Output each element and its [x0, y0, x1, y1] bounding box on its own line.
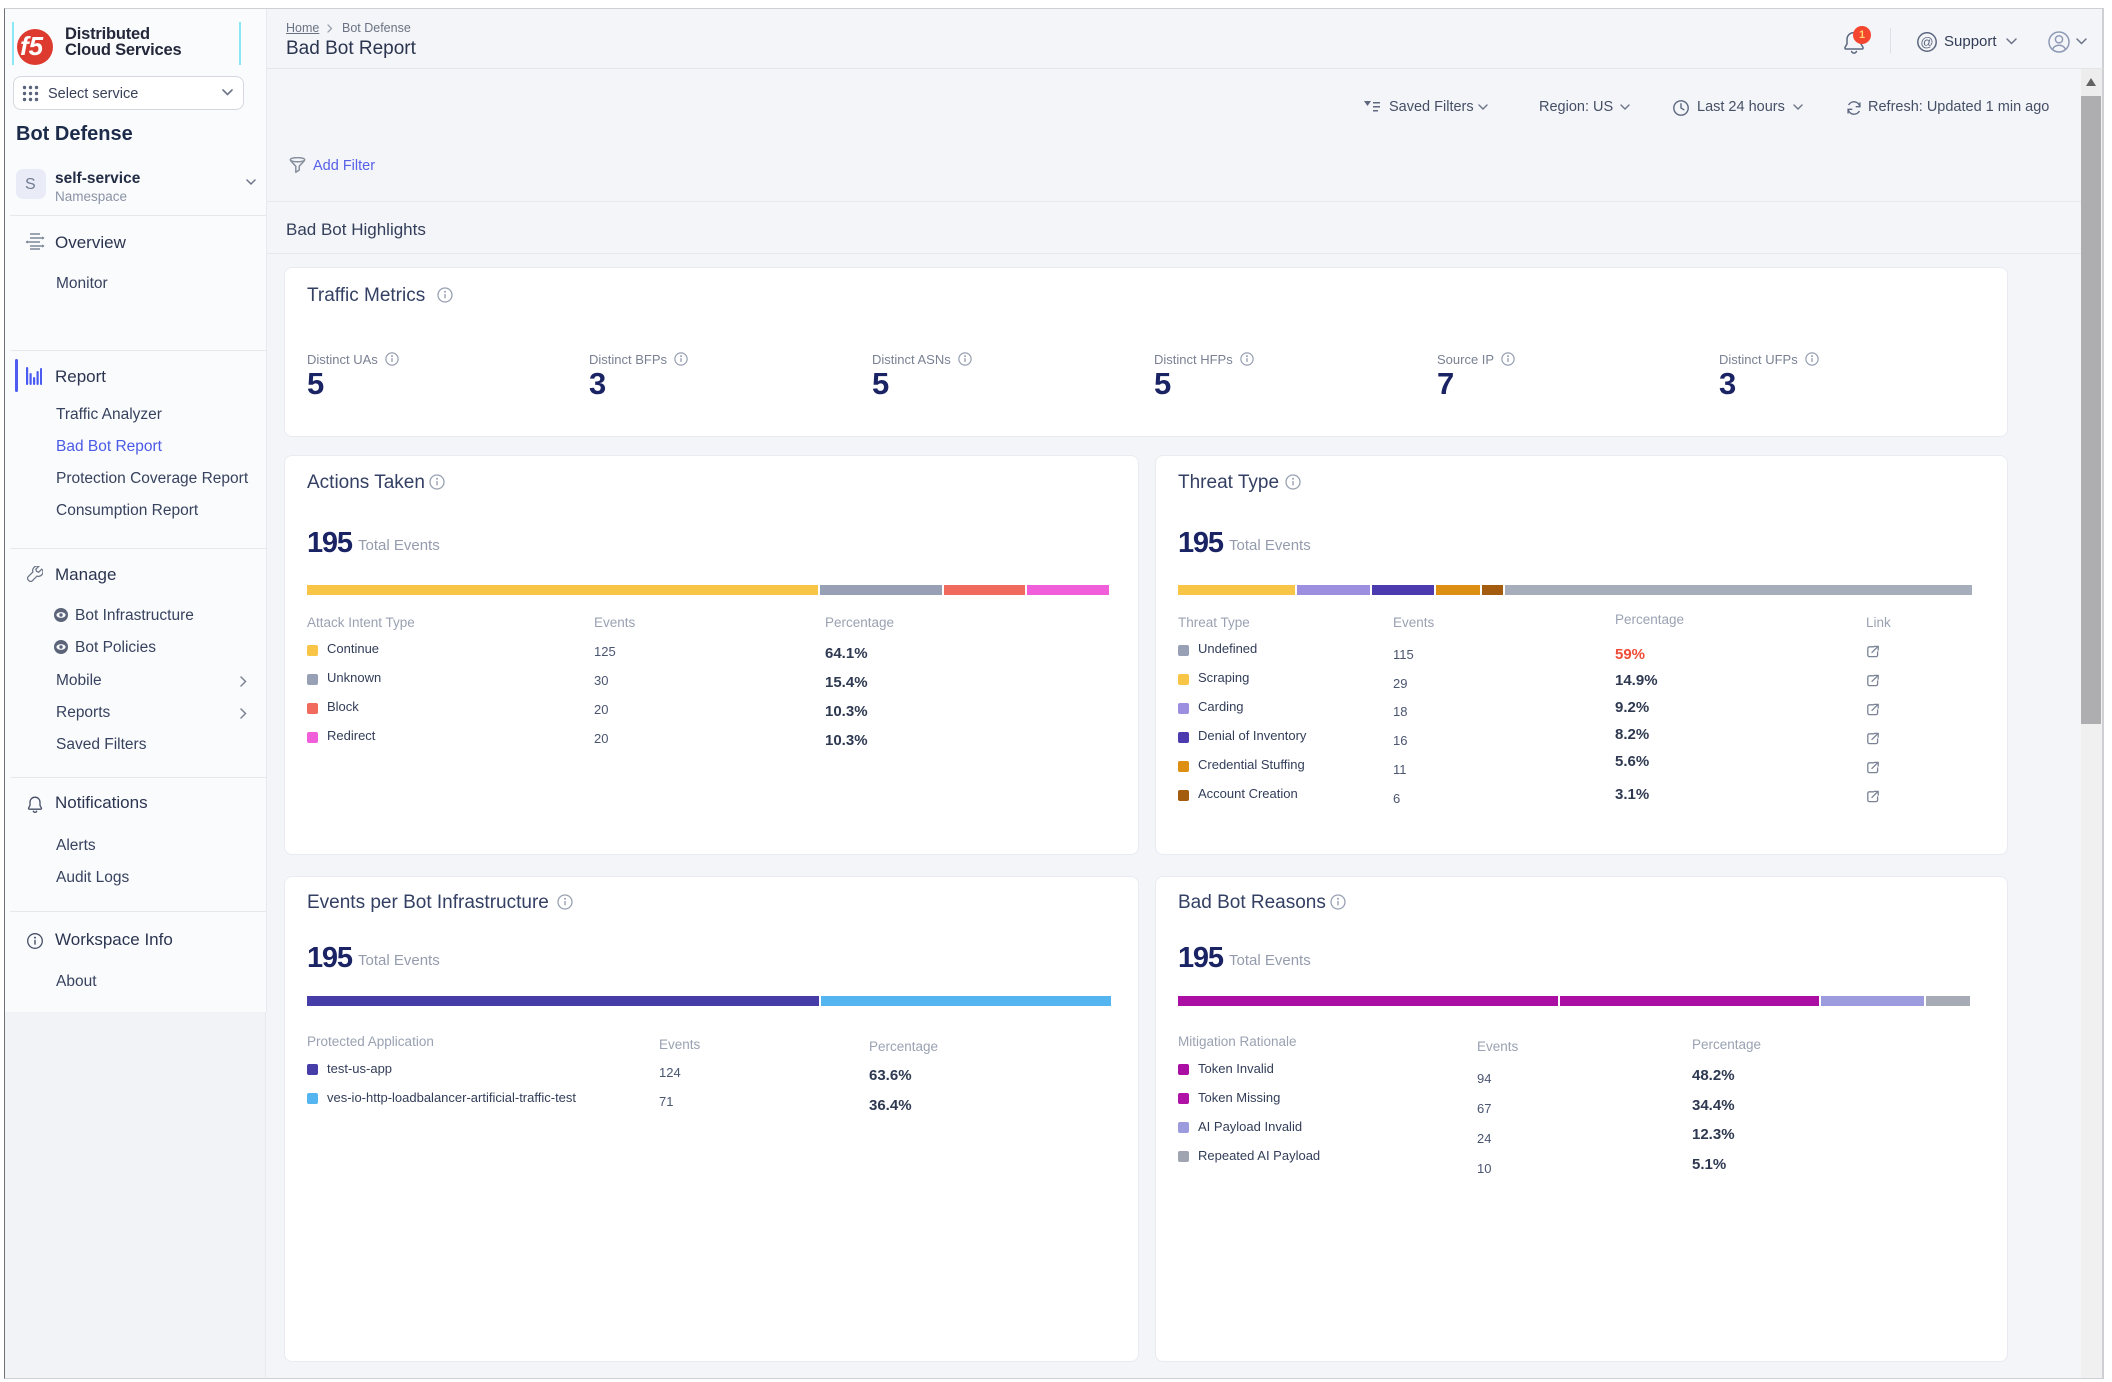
svg-text:@: @ — [1920, 34, 1933, 49]
